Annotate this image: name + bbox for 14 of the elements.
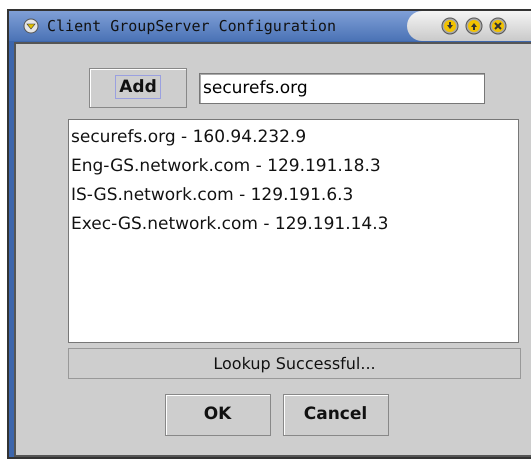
- server-item[interactable]: securefs.org - 160.94.232.9: [71, 123, 516, 152]
- cancel-button[interactable]: Cancel: [282, 394, 388, 436]
- minimize-icon[interactable]: [441, 17, 459, 35]
- menu-icon[interactable]: [23, 18, 39, 34]
- server-item[interactable]: Exec-GS.network.com - 129.191.14.3: [71, 210, 516, 239]
- close-icon[interactable]: [489, 17, 507, 35]
- maximize-icon[interactable]: [465, 17, 483, 35]
- server-item[interactable]: Eng-GS.network.com - 129.191.18.3: [71, 152, 516, 181]
- host-field[interactable]: securefs.org: [199, 72, 485, 104]
- ok-button[interactable]: OK: [164, 394, 270, 436]
- add-button[interactable]: Add: [89, 68, 187, 108]
- status-bar: Lookup Successful...: [68, 348, 521, 379]
- window-title: Client GroupServer Configuration: [47, 16, 336, 37]
- server-item[interactable]: IS-GS.network.com - 129.191.6.3: [71, 181, 516, 210]
